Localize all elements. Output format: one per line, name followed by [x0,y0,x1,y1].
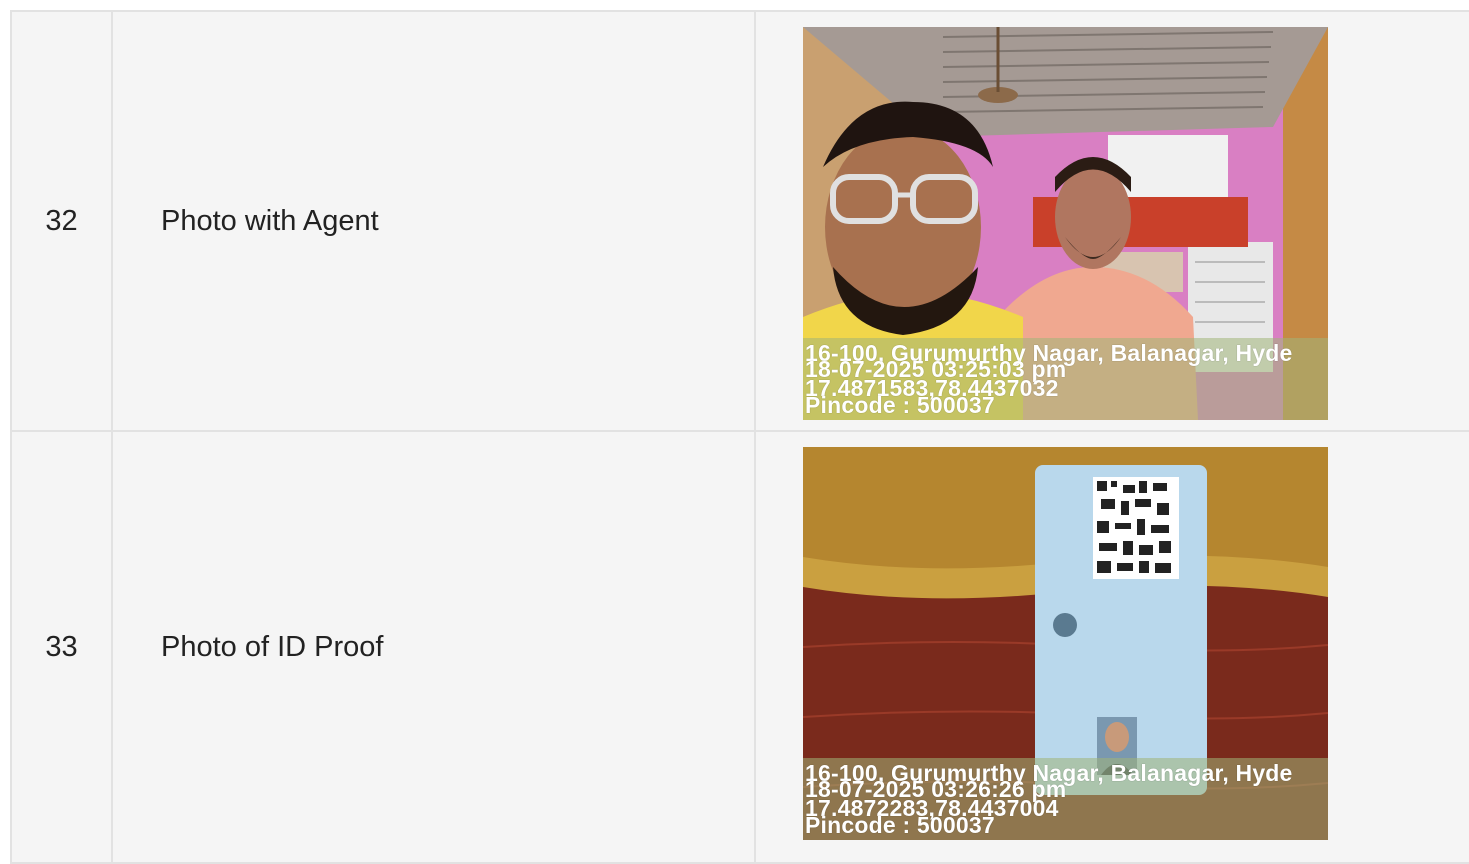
verification-photo-table: 32 Photo with Agent 16-100, Gurumurthy N… [10,10,1469,864]
row-label: Photo of ID Proof [111,430,756,864]
selfie-photo[interactable]: 16-100, Gurumurthy Nagar, Balanagar, Hyd… [803,27,1328,420]
row-label: Photo with Agent [111,10,756,432]
table-row: 32 Photo with Agent 16-100, Gurumurthy N… [10,10,1469,432]
stamp-pincode: Pincode : 500037 [805,812,995,838]
id-card-photo[interactable]: 16-100, Gurumurthy Nagar, Balanagar, Hyd… [803,447,1328,840]
photo-stamp: 16-100, Gurumurthy Nagar, Balanagar, Hyd… [803,758,1328,840]
row-number: 33 [10,430,113,864]
stamp-pincode: Pincode : 500037 [805,392,995,418]
photo-cell: 16-100, Gurumurthy Nagar, Balanagar, Hyd… [754,10,1469,432]
table-row: 33 Photo of ID Proof 16-100, Gurumurthy … [10,430,1469,864]
photo-stamp: 16-100, Gurumurthy Nagar, Balanagar, Hyd… [803,338,1328,420]
photo-cell: 16-100, Gurumurthy Nagar, Balanagar, Hyd… [754,430,1469,864]
row-number: 32 [10,10,113,432]
